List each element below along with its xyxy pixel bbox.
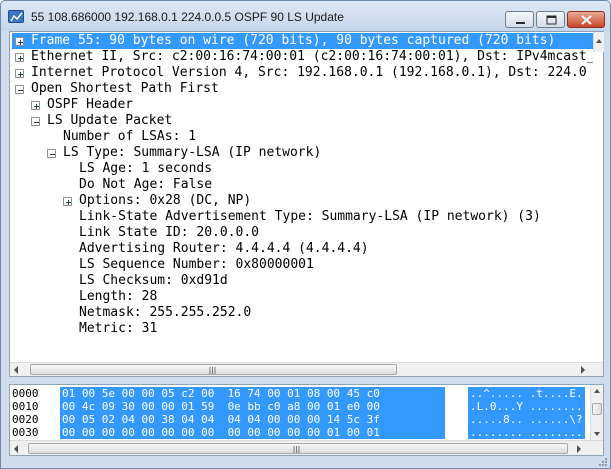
hex-ascii[interactable]: ........ ........ xyxy=(468,426,585,439)
tree-row-ls-sequence-number[interactable]: LS Sequence Number: 0x80000001 xyxy=(60,257,593,273)
window-title: 55 108.686000 192.168.0.1 224.0.0.5 OSPF… xyxy=(31,10,344,24)
title-bar[interactable]: 55 108.686000 192.168.0.1 224.0.0.5 OSPF… xyxy=(1,1,610,31)
tree-row-label: Netmask: 255.255.252.0 xyxy=(79,305,252,320)
hex-offset: 0010 xyxy=(12,400,39,413)
tree-row-label: Options: 0x28 (DC, NP) xyxy=(79,193,252,208)
hex-row[interactable]: 0020 00 05 02 04 00 38 04 04 04 04 00 00… xyxy=(10,413,590,426)
hex-offset: 0030 xyxy=(12,426,39,439)
tree-row-label: LS Sequence Number: 0x80000001 xyxy=(79,257,314,272)
scroll-up-arrow-icon[interactable] xyxy=(595,38,603,44)
tree-row-label: Advertising Router: 4.4.4.4 (4.4.4.4) xyxy=(79,241,369,256)
scroll-left-arrow-icon[interactable] xyxy=(13,366,19,374)
tree-row-label: Number of LSAs: 1 xyxy=(63,129,197,144)
minimize-icon xyxy=(516,22,525,24)
scroll-right-arrow-icon[interactable] xyxy=(576,445,582,453)
tree-hscroll-thumb[interactable] xyxy=(30,364,397,375)
tree-row-label: Ethernet II, Src: c2:00:16:74:00:01 (c2:… xyxy=(31,49,593,64)
tree-row-ls-age[interactable]: LS Age: 1 seconds xyxy=(60,161,593,177)
hex-bytes[interactable]: 01 00 5e 00 00 05 c2 00 16 74 00 01 08 0… xyxy=(60,387,445,400)
hex-ascii[interactable]: ..^..... .t....E. xyxy=(468,387,585,400)
hex-vertical-scrollbar[interactable] xyxy=(590,385,603,440)
tree-row-ethernet[interactable]: Ethernet II, Src: c2:00:16:74:00:01 (c2:… xyxy=(12,49,593,65)
hex-bytes[interactable]: 00 4c 09 30 00 00 01 59 0e bb c0 a8 00 0… xyxy=(60,400,445,413)
tree-row-number-of-lsas[interactable]: Number of LSAs: 1 xyxy=(44,129,593,145)
expand-plus-icon[interactable] xyxy=(31,101,40,110)
packet-bytes-pane[interactable]: 0000 01 00 5e 00 00 05 c2 00 16 74 00 01… xyxy=(9,384,604,456)
hex-rows-container: 0000 01 00 5e 00 00 05 c2 00 16 74 00 01… xyxy=(10,385,590,440)
tree-row-ospf[interactable]: Open Shortest Path First xyxy=(12,81,593,97)
collapse-minus-icon[interactable] xyxy=(31,117,40,126)
collapse-minus-icon[interactable] xyxy=(47,149,56,158)
wireshark-app-icon xyxy=(8,10,24,23)
scroll-grip-icon xyxy=(209,367,216,374)
tree-row-label: LS Checksum: 0xd91d xyxy=(79,273,228,288)
tree-row-link-state-id[interactable]: Link State ID: 20.0.0.0 xyxy=(60,225,593,241)
tree-row-netmask[interactable]: Netmask: 255.255.252.0 xyxy=(60,305,593,321)
tree-row-options[interactable]: Options: 0x28 (DC, NP) xyxy=(60,193,593,209)
tree-row-label: Link-State Advertisement Type: Summary-L… xyxy=(79,209,541,224)
tree-vertical-scrollbar[interactable] xyxy=(593,32,604,52)
scroll-down-arrow-icon[interactable] xyxy=(593,431,601,437)
tree-row-advertising-router[interactable]: Advertising Router: 4.4.4.4 (4.4.4.4) xyxy=(60,241,593,257)
packet-detail-window: 55 108.686000 192.168.0.1 224.0.0.5 OSPF… xyxy=(0,0,611,469)
tree-row-label: Frame 55: 90 bytes on wire (720 bits), 9… xyxy=(31,33,556,48)
tree-row-label: Length: 28 xyxy=(79,289,158,304)
resize-grip-icon[interactable] xyxy=(598,457,608,467)
tree-row-do-not-age[interactable]: Do Not Age: False xyxy=(60,177,593,193)
tree-row-ipv4[interactable]: Internet Protocol Version 4, Src: 192.16… xyxy=(12,65,593,81)
tree-row-metric[interactable]: Metric: 31 xyxy=(60,321,593,337)
scroll-grip-icon xyxy=(293,446,300,453)
minimize-button[interactable] xyxy=(505,11,534,28)
tree-row-ls-type[interactable]: LS Type: Summary-LSA (IP network) xyxy=(44,145,593,161)
scroll-left-arrow-icon[interactable] xyxy=(13,445,19,453)
scroll-right-arrow-icon[interactable] xyxy=(580,366,586,374)
maximize-button[interactable] xyxy=(536,11,565,28)
hex-row[interactable]: 0010 00 4c 09 30 00 00 01 59 0e bb c0 a8… xyxy=(10,400,590,413)
hex-offset: 0000 xyxy=(12,387,39,400)
tree-horizontal-scrollbar[interactable] xyxy=(10,362,603,376)
expand-plus-icon[interactable] xyxy=(15,37,24,46)
hex-row[interactable]: 0030 00 00 00 00 00 00 00 00 00 00 00 00… xyxy=(10,426,590,439)
tree-rows-container: Frame 55: 90 bytes on wire (720 bits), 9… xyxy=(10,32,593,362)
tree-row-label: LS Age: 1 seconds xyxy=(79,161,213,176)
expand-plus-icon[interactable] xyxy=(15,53,24,62)
tree-row-label: LS Update Packet xyxy=(47,113,173,128)
tree-row-ls-update-packet[interactable]: LS Update Packet xyxy=(28,113,593,129)
expand-plus-icon[interactable] xyxy=(63,197,72,206)
tree-row-label: Open Shortest Path First xyxy=(31,81,219,96)
hex-bytes[interactable]: 00 00 00 00 00 00 00 00 00 00 00 00 00 0… xyxy=(60,426,445,439)
tree-row-label: LS Type: Summary-LSA (IP network) xyxy=(63,145,322,160)
collapse-minus-icon[interactable] xyxy=(15,85,24,94)
hex-hscroll-thumb[interactable] xyxy=(28,443,568,454)
hex-row[interactable]: 0000 01 00 5e 00 00 05 c2 00 16 74 00 01… xyxy=(10,387,590,400)
hex-bytes[interactable]: 00 05 02 04 00 38 04 04 04 04 00 00 00 1… xyxy=(60,413,445,426)
tree-row-length[interactable]: Length: 28 xyxy=(60,289,593,305)
hex-ascii[interactable]: .....8.. ......\? xyxy=(468,413,585,426)
tree-row-frame[interactable]: Frame 55: 90 bytes on wire (720 bits), 9… xyxy=(12,33,593,49)
tree-row-label: OSPF Header xyxy=(47,97,134,112)
tree-row-ls-checksum[interactable]: LS Checksum: 0xd91d xyxy=(60,273,593,289)
hex-horizontal-scrollbar[interactable] xyxy=(10,440,603,455)
scroll-up-arrow-icon[interactable] xyxy=(593,388,601,394)
close-icon xyxy=(581,15,592,25)
close-button[interactable] xyxy=(567,11,605,28)
hex-ascii[interactable]: .L.0...Y ........ xyxy=(468,400,585,413)
hex-offset: 0020 xyxy=(12,413,39,426)
packet-details-tree[interactable]: Frame 55: 90 bytes on wire (720 bits), 9… xyxy=(9,31,604,377)
tree-row-label: Do Not Age: False xyxy=(79,177,213,192)
tree-row-label: Internet Protocol Version 4, Src: 192.16… xyxy=(31,65,587,80)
tree-row-label: Metric: 31 xyxy=(79,321,158,336)
tree-row-label: Link State ID: 20.0.0.0 xyxy=(79,225,260,240)
tree-row-ospf-header[interactable]: OSPF Header xyxy=(28,97,593,113)
maximize-icon xyxy=(546,15,557,25)
pane-splitter[interactable] xyxy=(9,377,604,384)
tree-row-lsa-type[interactable]: Link-State Advertisement Type: Summary-L… xyxy=(60,209,593,225)
hex-vscroll-thumb[interactable] xyxy=(592,403,602,415)
window-status-strip xyxy=(1,456,610,468)
expand-plus-icon[interactable] xyxy=(15,69,24,78)
